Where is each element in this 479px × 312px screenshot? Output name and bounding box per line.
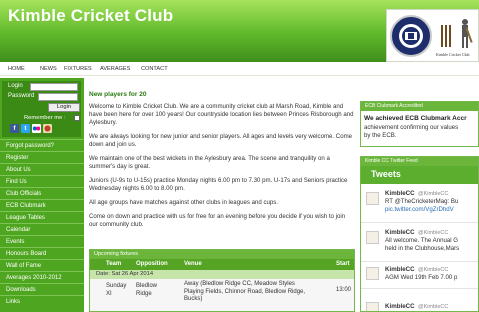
page-title: New players for 20 bbox=[89, 91, 147, 98]
sidebar-item-wall-of-fame[interactable]: Wall of Fame bbox=[0, 259, 84, 271]
tweets-bar: Tweets bbox=[361, 166, 478, 184]
remember-me-checkbox[interactable] bbox=[74, 115, 80, 121]
intro-paragraph: Welcome to Kimble Cricket Club. We are a… bbox=[89, 103, 354, 127]
sidebar-item-honours-board[interactable]: Honours Board bbox=[0, 247, 84, 259]
tweet-author[interactable]: KimbleCC bbox=[385, 303, 415, 310]
sidebar-item-league-tables[interactable]: League Tables bbox=[0, 211, 84, 223]
login-box: Login Password Login Remember me : f t bbox=[2, 81, 81, 137]
fixture-start: 13:00 bbox=[336, 287, 352, 293]
tweet-handle[interactable]: @KimbleCC bbox=[418, 267, 448, 273]
wicket-paragraph: We maintain one of the best wickets in t… bbox=[89, 155, 330, 171]
nav-home[interactable]: HOME bbox=[8, 66, 25, 72]
sidebar-item-events[interactable]: Events bbox=[0, 235, 84, 247]
fixture-venue: Away (Bledlow Ridge CC, Meadow Styles Pl… bbox=[184, 281, 306, 302]
sidebar-item-links[interactable]: Links bbox=[0, 295, 84, 307]
tweet-text: held in the Clubhouse,Mars bbox=[385, 244, 460, 252]
tweet-author[interactable]: KimbleCC bbox=[385, 266, 415, 273]
avatar[interactable] bbox=[366, 267, 379, 280]
clubmark-line-1: achievement confirming our values bbox=[364, 124, 459, 131]
tweet-author[interactable]: KimbleCC bbox=[385, 190, 415, 197]
join-paragraph: Come on down and practice with us for fr… bbox=[89, 213, 346, 229]
sidebar-item-ecb-clubmark[interactable]: ECB Clubmark bbox=[0, 199, 84, 211]
avatar[interactable] bbox=[366, 302, 379, 311]
tweet-author[interactable]: KimbleCC bbox=[385, 229, 415, 236]
login-label: Login bbox=[8, 83, 23, 89]
sidebar: Login Password Login Remember me : f t F… bbox=[0, 78, 84, 312]
login-button[interactable]: Login bbox=[48, 103, 80, 112]
tweet-handle[interactable]: @KimbleCC bbox=[418, 191, 448, 197]
tweet-text: RT @TheCricketerMag: Bu bbox=[385, 198, 459, 205]
tweet-handle[interactable]: @KimbleCC bbox=[418, 304, 448, 310]
tweets-title: Tweets bbox=[371, 169, 401, 179]
facebook-icon[interactable]: f bbox=[10, 124, 19, 133]
login-password-input[interactable] bbox=[38, 93, 78, 101]
club-crest-icon bbox=[390, 15, 432, 57]
fixture-date-group[interactable]: Date: Sat 26 Apr 2014 bbox=[90, 270, 354, 279]
upcoming-fixtures-panel: Upcoming fixtures Team Opposition Venue … bbox=[89, 249, 355, 312]
practice-paragraph: Juniors (U-9s to U-15s) practice Monday … bbox=[89, 177, 348, 193]
nav-fixtures[interactable]: FIXTURES bbox=[64, 66, 92, 72]
col-start: Start bbox=[336, 261, 350, 267]
password-label: Password bbox=[8, 93, 35, 99]
site-title[interactable]: Kimble Cricket Club bbox=[8, 6, 173, 26]
sidebar-item-register[interactable]: Register bbox=[0, 151, 84, 163]
tweet-item[interactable]: KimbleCC @KimbleCC AGM Wed 19th Feb 7.00… bbox=[361, 262, 478, 288]
flickr-icon[interactable] bbox=[32, 124, 41, 133]
tweet-handle[interactable]: @KimbleCC bbox=[418, 230, 448, 236]
top-nav: HOME NEWS FIXTURES AVERAGES CONTACT bbox=[0, 62, 479, 76]
cricketer-icon bbox=[441, 19, 473, 48]
table-row[interactable]: Sunday XI Bledlow Ridge Away (Bledlow Ri… bbox=[90, 279, 354, 311]
tweet-item[interactable]: KimbleCC @KimbleCC bbox=[361, 289, 478, 311]
login-username-input[interactable] bbox=[30, 83, 78, 91]
sidebar-item-about-us[interactable]: About Us bbox=[0, 163, 84, 175]
tweet-link[interactable]: pic.twitter.com/VgZrDhdV bbox=[385, 206, 454, 214]
clubmark-line-2: by the ECB. bbox=[364, 132, 397, 139]
nav-news[interactable]: NEWS bbox=[40, 66, 57, 72]
fixtures-title: Upcoming fixtures bbox=[90, 250, 354, 259]
avatar[interactable] bbox=[366, 192, 379, 205]
fixtures-header-row: Team Opposition Venue Start bbox=[90, 259, 354, 270]
avatar[interactable] bbox=[366, 231, 379, 244]
twitter-feed-panel: Kimble CC Twitter Feed Tweets KimbleCC @… bbox=[360, 156, 479, 312]
twitter-icon[interactable]: t bbox=[21, 124, 30, 133]
club-icon[interactable] bbox=[43, 124, 52, 133]
sidebar-item-club-officials[interactable]: Club Officials bbox=[0, 187, 84, 199]
matches-paragraph: All age groups have matches against othe… bbox=[89, 199, 279, 206]
col-opposition: Opposition bbox=[136, 261, 168, 267]
fixture-team: Sunday XI bbox=[106, 283, 127, 297]
sidebar-item-downloads[interactable]: Downloads bbox=[0, 283, 84, 295]
sidebar-item-forgot-password[interactable]: Forgot password? bbox=[0, 139, 84, 151]
club-logo[interactable]: Kimble Cricket Club bbox=[386, 9, 479, 62]
twitter-header: Kimble CC Twitter Feed bbox=[361, 157, 478, 166]
site-header: Kimble Cricket Club Kimble Cricket Club bbox=[0, 0, 479, 62]
sidebar-item-find-us[interactable]: Find Us bbox=[0, 175, 84, 187]
tweet-text: AGM Wed 19th Feb 7.00 p bbox=[385, 274, 458, 281]
clubmark-panel: ECB Clubmark Accredited We achieved ECB … bbox=[360, 101, 479, 147]
col-team: Team bbox=[106, 261, 122, 267]
tweet-item[interactable]: KimbleCC @KimbleCC All welcome. The Annu… bbox=[361, 223, 478, 261]
sidebar-item-calendar[interactable]: Calendar bbox=[0, 223, 84, 235]
nav-contact[interactable]: CONTACT bbox=[141, 66, 168, 72]
nav-averages[interactable]: AVERAGES bbox=[100, 66, 130, 72]
logo-text: Kimble Cricket Club bbox=[436, 52, 470, 57]
col-venue: Venue bbox=[184, 261, 202, 267]
clubmark-header: ECB Clubmark Accredited bbox=[361, 102, 478, 111]
clubmark-heading: We achieved ECB Clubmark Accr bbox=[364, 115, 467, 122]
sidebar-item-averages[interactable]: Averages 2010-2012 bbox=[0, 271, 84, 283]
tweet-text: All welcome. The Annual G bbox=[385, 237, 459, 244]
tweet-item[interactable]: KimbleCC @KimbleCC RT @TheCricketerMag: … bbox=[361, 184, 478, 222]
remember-me-label: Remember me : bbox=[24, 115, 66, 121]
fixture-opposition: Bledlow Ridge bbox=[136, 283, 158, 297]
players-paragraph: We are always looking for new junior and… bbox=[89, 133, 353, 149]
